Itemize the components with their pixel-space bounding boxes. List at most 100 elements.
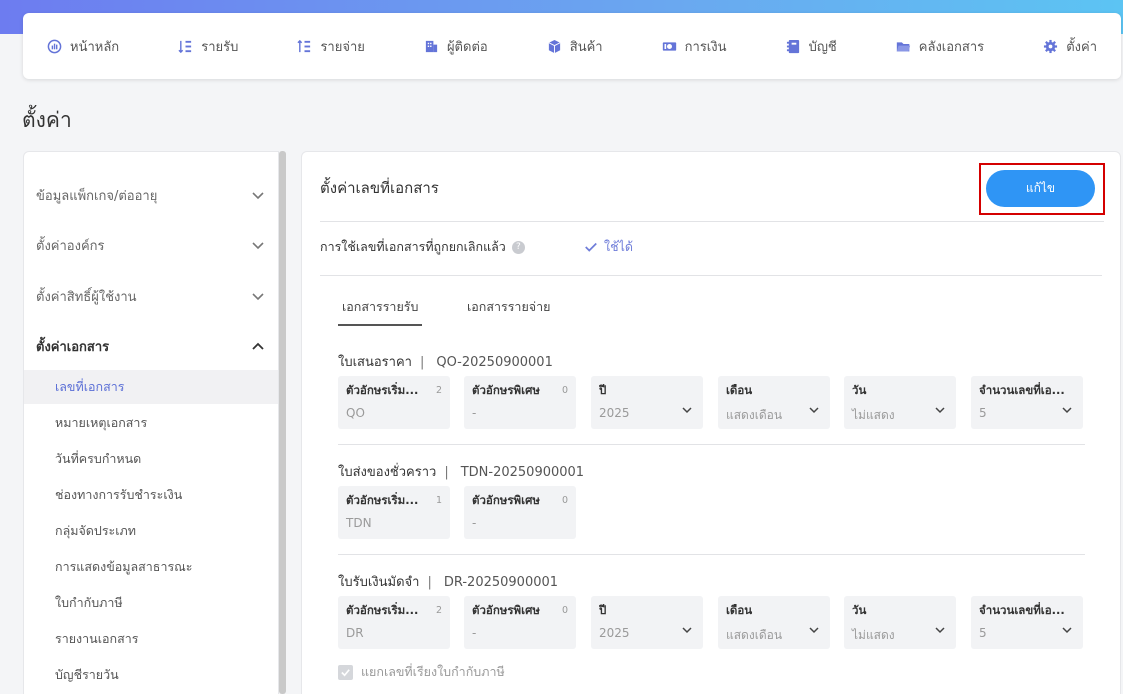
nav-item-product[interactable]: สินค้า	[547, 36, 603, 57]
nav-item-accounting[interactable]: บัญชี	[786, 36, 837, 57]
nav-item-finance[interactable]: การเงิน	[662, 36, 727, 57]
day-select[interactable]: วัน ไม่แสดง	[844, 376, 956, 429]
field-value: QO	[346, 406, 365, 420]
month-select[interactable]: เดือน แสดงเดือน	[718, 376, 830, 429]
prefix-field[interactable]: ตัวอักษรเริ่ม... 2 QO	[338, 376, 450, 429]
sidebar-item-doc-remark[interactable]: หมายเหตุเอกสาร	[24, 406, 278, 440]
check-icon	[585, 242, 597, 252]
nav-item-home[interactable]: หน้าหลัก	[47, 36, 119, 57]
doc-name: ใบรับเงินมัดจำ	[338, 575, 420, 590]
separate-tax-invoice-option: แยกเลขที่เรียงใบกำกับภาษี	[338, 662, 505, 682]
gear-icon	[1044, 39, 1058, 53]
sidebar-group-permissions[interactable]: ตั้งค่าสิทธิ์ผู้ใช้งาน	[36, 284, 266, 308]
finance-icon	[662, 41, 676, 51]
nav-label: ตั้งค่า	[1066, 39, 1097, 55]
sidebar-item-doc-report[interactable]: รายงานเอกสาร	[24, 622, 278, 656]
field-value: TDN	[346, 516, 372, 530]
nav-item-income[interactable]: รายรับ	[178, 36, 238, 57]
field-label: จำนวนเลขที่เอ...	[979, 383, 1065, 397]
sidebar-item-tax-invoice[interactable]: ใบกำกับภาษี	[24, 586, 278, 620]
field-value: -	[472, 516, 477, 530]
document-number-panel: ตั้งค่าเลขที่เอกสาร แก้ไข การใช้เลขที่เอ…	[301, 151, 1121, 694]
char-count: 0	[561, 605, 568, 616]
chevron-down-icon	[1062, 627, 1072, 634]
chevron-down-icon	[682, 407, 692, 414]
field-label: ตัวอักษรเริ่ม...	[346, 603, 419, 617]
help-icon[interactable]: ?	[511, 240, 525, 254]
digit-count-select[interactable]: จำนวนเลขที่เอ... 5	[971, 596, 1083, 649]
year-select[interactable]: ปี 2025	[591, 376, 703, 429]
special-char-field[interactable]: ตัวอักษรพิเศษ 0 -	[464, 376, 576, 429]
doc-quotation-header: ใบเสนอราคา | QO-20250900001	[338, 355, 553, 370]
sidebar-item-journal[interactable]: บัญชีรายวัน	[24, 658, 278, 692]
sidebar-item-payment-channel[interactable]: ช่องทางการรับชำระเงิน	[24, 478, 278, 512]
chevron-down-icon	[252, 242, 264, 250]
nav-item-expense[interactable]: รายจ่าย	[297, 36, 365, 57]
sidebar-item-public-display[interactable]: การแสดงข้อมูลสาธารณะ	[24, 550, 278, 584]
doc-code: QO-20250900001	[436, 355, 553, 370]
contacts-icon	[425, 40, 438, 52]
sidebar-item-doc-number[interactable]: เลขที่เอกสาร	[24, 370, 278, 404]
sidebar-group-label: ข้อมูลแพ็กเกจ/ต่ออายุ	[36, 188, 158, 204]
divider	[338, 554, 1085, 555]
tab-expense-docs[interactable]: เอกสารรายจ่าย	[467, 297, 550, 317]
tab-income-docs[interactable]: เอกสารรายรับ	[337, 297, 423, 326]
digit-count-select[interactable]: จำนวนเลขที่เอ... 5	[971, 376, 1083, 429]
field-label: เดือน	[726, 603, 753, 617]
char-count: 1	[435, 495, 442, 506]
chevron-down-icon	[1062, 407, 1072, 414]
prefix-field[interactable]: ตัวอักษรเริ่ม... 1 TDN	[338, 486, 450, 539]
sidebar-group-label: ตั้งค่าสิทธิ์ผู้ใช้งาน	[36, 289, 137, 305]
doc-code: DR-20250900001	[443, 575, 559, 590]
page-title: ตั้งค่า	[22, 108, 72, 132]
dashboard-icon	[47, 39, 62, 53]
accounting-icon	[786, 39, 799, 53]
folder-icon	[896, 41, 910, 51]
doc-code: TDN-20250900001	[460, 465, 585, 480]
sidebar-group-documents[interactable]: ตั้งค่าเอกสาร	[36, 334, 266, 358]
top-navigation: หน้าหลัก รายรับ รายจ่าย ผู้ติดต่อ สินค้า…	[23, 13, 1121, 79]
nav-item-documents[interactable]: คลังเอกสาร	[896, 36, 984, 57]
chevron-down-icon	[682, 627, 692, 634]
cancelled-number-option: การใช้เลขที่เอกสารที่ถูกยกเลิกแล้ว ?	[320, 237, 525, 257]
sidebar-scrollbar[interactable]	[279, 151, 286, 694]
divider	[320, 275, 1102, 276]
field-value: -	[472, 406, 477, 420]
expense-icon	[297, 39, 311, 52]
special-char-field[interactable]: ตัวอักษรพิเศษ 0 -	[464, 486, 576, 539]
char-count: 2	[435, 605, 442, 616]
field-label: ตัวอักษรเริ่ม...	[346, 383, 419, 397]
month-select[interactable]: เดือน แสดงเดือน	[718, 596, 830, 649]
prefix-field[interactable]: ตัวอักษรเริ่ม... 2 DR	[338, 596, 450, 649]
separate-tax-invoice-checkbox[interactable]	[338, 664, 353, 680]
sidebar-item-category-group[interactable]: กลุ่มจัดประเภท	[24, 514, 278, 548]
chevron-up-icon	[252, 342, 264, 350]
divider	[338, 444, 1085, 445]
year-select[interactable]: ปี 2025	[591, 596, 703, 649]
sidebar-item-due-date[interactable]: วันที่ครบกำหนด	[24, 442, 278, 476]
sidebar-group-organization[interactable]: ตั้งค่าองค์กร	[36, 233, 266, 257]
field-label: ตัวอักษรพิเศษ	[472, 493, 540, 507]
sidebar-group-package[interactable]: ข้อมูลแพ็กเกจ/ต่ออายุ	[36, 183, 266, 207]
cancelled-number-value: ใช้ได้	[584, 237, 633, 257]
check-icon	[341, 668, 350, 676]
special-char-field[interactable]: ตัวอักษรพิเศษ 0 -	[464, 596, 576, 649]
nav-item-settings[interactable]: ตั้งค่า	[1043, 36, 1097, 57]
field-label: จำนวนเลขที่เอ...	[979, 603, 1065, 617]
nav-label: รายจ่าย	[320, 39, 365, 55]
chevron-down-icon	[809, 627, 819, 634]
sidebar-group-label: ตั้งค่าองค์กร	[36, 238, 105, 254]
day-select[interactable]: วัน ไม่แสดง	[844, 596, 956, 649]
panel-title: ตั้งค่าเลขที่เอกสาร	[320, 179, 439, 197]
option-label: การใช้เลขที่เอกสารที่ถูกยกเลิกแล้ว	[320, 239, 506, 254]
nav-label: หน้าหลัก	[70, 39, 120, 55]
char-count: 0	[561, 385, 568, 396]
sidebar-group-label: ตั้งค่าเอกสาร	[36, 339, 110, 355]
field-label: ตัวอักษรพิเศษ	[472, 383, 540, 397]
nav-item-contacts[interactable]: ผู้ติดต่อ	[424, 36, 488, 57]
char-count: 0	[561, 495, 568, 506]
nav-label: ผู้ติดต่อ	[446, 39, 488, 55]
edit-button[interactable]: แก้ไข	[986, 170, 1095, 207]
field-value: DR	[346, 626, 364, 640]
field-value: -	[472, 626, 477, 640]
